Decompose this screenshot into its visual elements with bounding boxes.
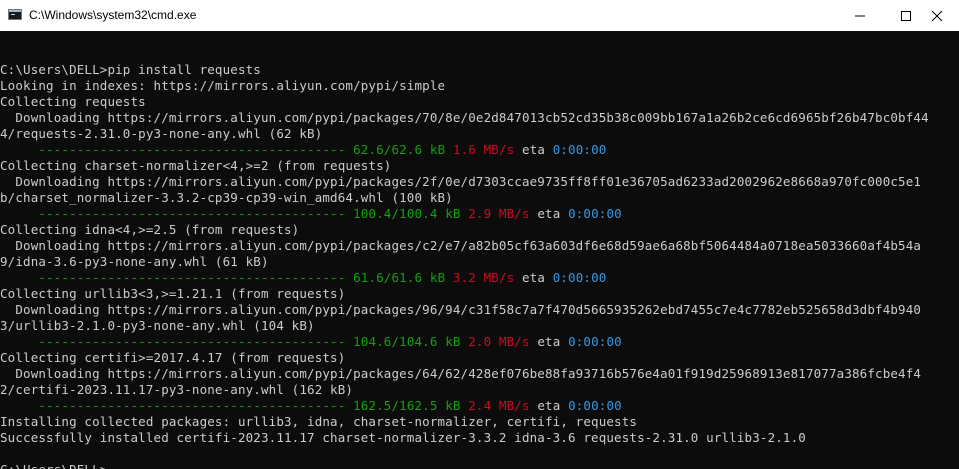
progress-line: ----------------------------------------… — [0, 142, 929, 158]
console-output[interactable]: C:\Users\DELL>pip install requests Lookin… — [0, 31, 959, 469]
console-line: C:\Users\DELL> — [0, 462, 929, 469]
window-title: C:\Windows\system32\cmd.exe — [29, 8, 197, 22]
progress-amount: 100.4/100.4 kB — [353, 206, 461, 221]
progress-bar: ---------------------------------------- — [0, 334, 354, 349]
eta-time: 0:00:00 — [568, 398, 622, 413]
console-line: Collecting charset-normalizer<4,>=2 (fro… — [0, 158, 392, 173]
progress-line: ----------------------------------------… — [0, 334, 929, 350]
eta-label: eta — [537, 334, 561, 349]
eta-time: 0:00:00 — [568, 334, 622, 349]
console-line: Installing collected packages: urllib3, … — [0, 414, 638, 429]
progress-line: ----------------------------------------… — [0, 206, 929, 222]
console-line: Looking in indexes: https://mirrors.aliy… — [0, 78, 446, 93]
progress-amount: 162.5/162.5 kB — [353, 398, 461, 413]
console-line: C:\Users\DELL>pip install requests — [0, 62, 261, 77]
console-line: Collecting urllib3<3,>=1.21.1 (from requ… — [0, 286, 346, 301]
console-line: Collecting certifi>=2017.4.17 (from requ… — [0, 350, 346, 365]
title-bar[interactable]: C:\Windows\system32\cmd.exe — [0, 0, 959, 31]
console-line: Downloading https://mirrors.aliyun.com/p… — [0, 110, 929, 125]
eta-time: 0:00:00 — [552, 142, 607, 157]
close-button[interactable] — [913, 0, 959, 31]
console-line: 3/urllib3-2.1.0-py3-none-any.whl (104 kB… — [0, 318, 315, 333]
minimize-button[interactable] — [836, 0, 882, 31]
download-speed: 2.9 MB/s — [468, 206, 530, 221]
console-line: Collecting requests — [0, 94, 146, 109]
eta-label: eta — [521, 142, 546, 157]
console-line: Collecting idna<4,>=2.5 (from requests) — [0, 222, 300, 237]
progress-line: ----------------------------------------… — [0, 270, 929, 286]
progress-amount: 61.6/61.6 kB — [353, 270, 446, 285]
maximize-icon — [901, 11, 911, 21]
console-lines: C:\Users\DELL>pip install requests Lookin… — [0, 46, 929, 469]
download-speed: 2.4 MB/s — [468, 398, 530, 413]
eta-label: eta — [537, 398, 561, 413]
console-line: Downloading https://mirrors.aliyun.com/p… — [0, 238, 922, 253]
progress-amount: 62.6/62.6 kB — [353, 142, 446, 157]
eta-label: eta — [521, 270, 546, 285]
progress-amount: 104.6/104.6 kB — [353, 334, 461, 349]
progress-line: ----------------------------------------… — [0, 398, 929, 414]
progress-bar: ---------------------------------------- — [0, 398, 354, 413]
download-speed: 3.2 MB/s — [452, 270, 515, 285]
download-speed: 1.6 MB/s — [452, 142, 515, 157]
console-line: 4/requests-2.31.0-py3-none-any.whl (62 k… — [0, 126, 323, 141]
eta-label: eta — [537, 206, 561, 221]
console-line: 9/idna-3.6-py3-none-any.whl (61 kB) — [0, 254, 269, 269]
console-line: Downloading https://mirrors.aliyun.com/p… — [0, 366, 922, 381]
eta-time: 0:00:00 — [568, 206, 622, 221]
console-line: Successfully installed certifi-2023.11.1… — [0, 430, 806, 445]
download-speed: 2.0 MB/s — [468, 334, 530, 349]
progress-bar: ---------------------------------------- — [0, 142, 354, 157]
command-prompt-icon — [8, 9, 22, 20]
close-icon — [931, 10, 943, 22]
console-line: 2/certifi-2023.11.17-py3-none-any.whl (1… — [0, 382, 354, 397]
console-line: b/charset_normalizer-3.3.2-cp39-cp39-win… — [0, 190, 453, 205]
minimize-icon — [855, 15, 865, 17]
console-line: Downloading https://mirrors.aliyun.com/p… — [0, 174, 922, 189]
eta-time: 0:00:00 — [552, 270, 607, 285]
progress-bar: ---------------------------------------- — [0, 206, 354, 221]
cmd-window: C:\Windows\system32\cmd.exe C:\Users\DEL… — [0, 0, 959, 469]
progress-bar: ---------------------------------------- — [0, 270, 354, 285]
console-line: Downloading https://mirrors.aliyun.com/p… — [0, 302, 922, 317]
